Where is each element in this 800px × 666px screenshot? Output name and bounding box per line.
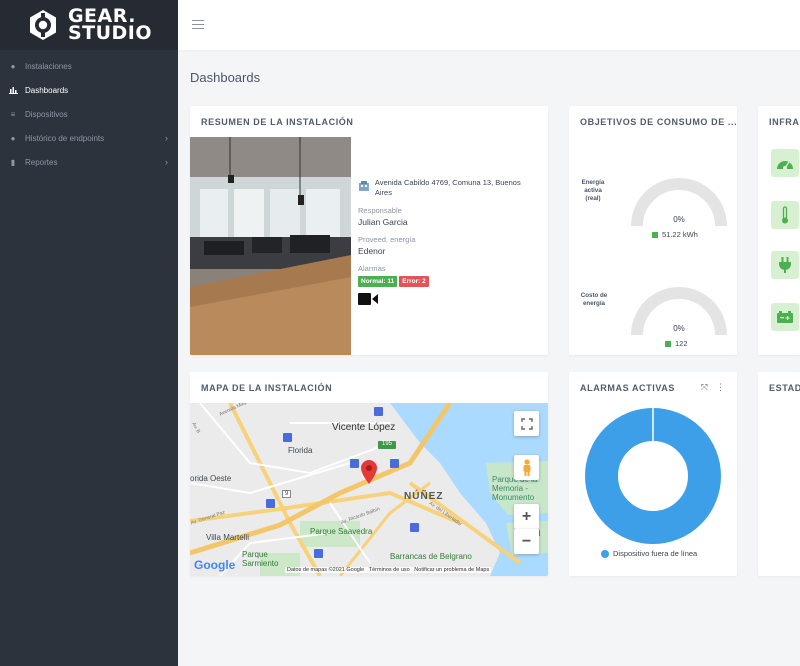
more-vertical-icon[interactable]: ⋮ [716, 382, 725, 393]
fullscreen-icon [520, 417, 533, 430]
topbar [178, 0, 800, 50]
plug-icon[interactable] [771, 251, 799, 279]
installation-photo [190, 137, 351, 355]
sidebar: GEAR. STUDIO ● Instalaciones Dashboards … [0, 0, 178, 666]
installation-map[interactable]: Vicente López 195 Florida orida Oeste 9 … [190, 403, 548, 576]
alarmas-card: ALARMAS ACTIVAS ⤧ ⋮ Dispositivo fuera de… [569, 372, 737, 576]
sidebar-item-instalaciones[interactable]: ● Instalaciones [0, 54, 178, 78]
responsable-value: Julian Garcia [358, 217, 408, 227]
sidebar-nav: ● Instalaciones Dashboards ≡ Dispositivo… [0, 50, 178, 174]
card-title: INFRAE [769, 117, 800, 127]
installation-info: Avenida Cabildo 4769, Comuna 13, Buenos … [358, 178, 538, 307]
globe-icon: ● [10, 61, 16, 71]
map-place-label: NÚÑEZ [404, 491, 444, 502]
page-title: Dashboards [190, 70, 261, 85]
legend-swatch [665, 340, 671, 347]
map-place-label: orida Oeste [190, 474, 232, 483]
gauge-label: Energía activa (real) [581, 179, 605, 202]
fullscreen-button[interactable] [514, 411, 539, 436]
gauge-label: Costo de energía [580, 292, 608, 307]
card-title: OBJETIVOS DE CONSUMO DE ... [580, 117, 737, 127]
logo[interactable]: GEAR. STUDIO [0, 0, 178, 50]
proveedor-value: Edenor [358, 246, 386, 256]
infra-card: INFRAE [758, 106, 800, 355]
sidebar-item-label: Instalaciones [25, 61, 72, 71]
objetivos-card: OBJETIVOS DE CONSUMO DE ... Energía acti… [569, 106, 737, 355]
estado-card: ESTAD [758, 372, 800, 576]
menu-toggle-icon[interactable] [192, 20, 204, 30]
sidebar-item-dashboards[interactable]: Dashboards [0, 78, 178, 102]
normal-badge[interactable]: Normal: 11 [358, 276, 398, 287]
chevron-right-icon: › [165, 133, 168, 143]
expand-icon[interactable]: ⤧ [701, 382, 708, 393]
zoom-in-button[interactable]: + [514, 504, 539, 529]
gear-logo-icon [29, 10, 56, 40]
sidebar-item-label: Dashboards [25, 85, 69, 95]
gauge-legend: 122 [665, 339, 688, 348]
map-place-label: Vicente López [332, 422, 396, 433]
sidebar-item-reportes[interactable]: ▮ Reportes › [0, 150, 178, 174]
alarmas-label: Alarmas [358, 264, 386, 273]
proveedor-label: Proveed. energía [358, 235, 416, 244]
route-shield: 9 [282, 490, 292, 498]
summary-card: RESUMEN DE LA INSTALACIÓN Avenida Cabild… [190, 106, 548, 355]
installation-address: Avenida Cabildo 4769, Comuna 13, Buenos … [374, 178, 521, 197]
sidebar-item-historico[interactable]: ● Histórico de endpoints › [0, 126, 178, 150]
map-place-label: Parque Saavedra [310, 527, 373, 536]
info-circle-icon: ● [10, 133, 16, 143]
gauge-icon[interactable] [771, 149, 799, 177]
donut-legend: Dispositivo fuera de línea [601, 549, 697, 558]
legend-swatch [652, 231, 658, 238]
sidebar-item-label: Histórico de endpoints [25, 133, 105, 143]
map-place-label: Florida [288, 446, 313, 455]
building-icon [358, 181, 369, 191]
map-attribution[interactable]: Datos de mapas ©2021 Google Términos de … [285, 567, 492, 573]
chart-icon [8, 85, 18, 95]
error-badge[interactable]: Error: 2 [399, 276, 429, 287]
gauge-percent: 0% [673, 215, 685, 224]
sidebar-item-label: Reportes [25, 157, 58, 167]
map-card: MAPA DE LA INSTALACIÓN Vicente López 195… [190, 372, 548, 576]
card-tools: ⤧ ⋮ [701, 382, 725, 393]
file-icon: ▮ [10, 157, 16, 167]
responsable-label: Responsable [358, 206, 402, 215]
route-shield: 195 [380, 441, 395, 447]
card-title: RESUMEN DE LA INSTALACIÓN [201, 117, 354, 127]
gauge-percent: 0% [673, 324, 685, 333]
sidebar-item-dispositivos[interactable]: ≡ Dispositivos [0, 102, 178, 126]
alarms-donut-chart [585, 408, 721, 544]
gauge-legend: 51.22 kWh [652, 230, 698, 239]
map-place-label: Parque Sarmiento [242, 550, 279, 568]
battery-icon[interactable] [771, 303, 799, 331]
sidebar-item-label: Dispositivos [25, 109, 68, 119]
map-marker-icon[interactable] [361, 460, 377, 484]
map-place-label: Villa Martelli [206, 533, 249, 542]
card-title: ALARMAS ACTIVAS [580, 383, 675, 393]
legend-swatch [601, 549, 609, 558]
chevron-right-icon: › [165, 157, 168, 167]
card-title: ESTAD [769, 383, 800, 393]
thermometer-icon[interactable] [771, 201, 799, 229]
map-place-label: Barrancas de Belgrano [390, 552, 472, 561]
list-icon: ≡ [10, 109, 16, 119]
legend-label: Dispositivo fuera de línea [613, 549, 698, 558]
video-camera-icon[interactable] [358, 293, 378, 305]
google-logo: Google [194, 558, 236, 572]
logo-text: GEAR. STUDIO [67, 5, 153, 44]
zoom-out-button[interactable]: − [514, 529, 539, 554]
card-title: MAPA DE LA INSTALACIÓN [201, 383, 333, 393]
pegman-icon [523, 458, 530, 476]
street-view-button[interactable] [514, 455, 539, 480]
